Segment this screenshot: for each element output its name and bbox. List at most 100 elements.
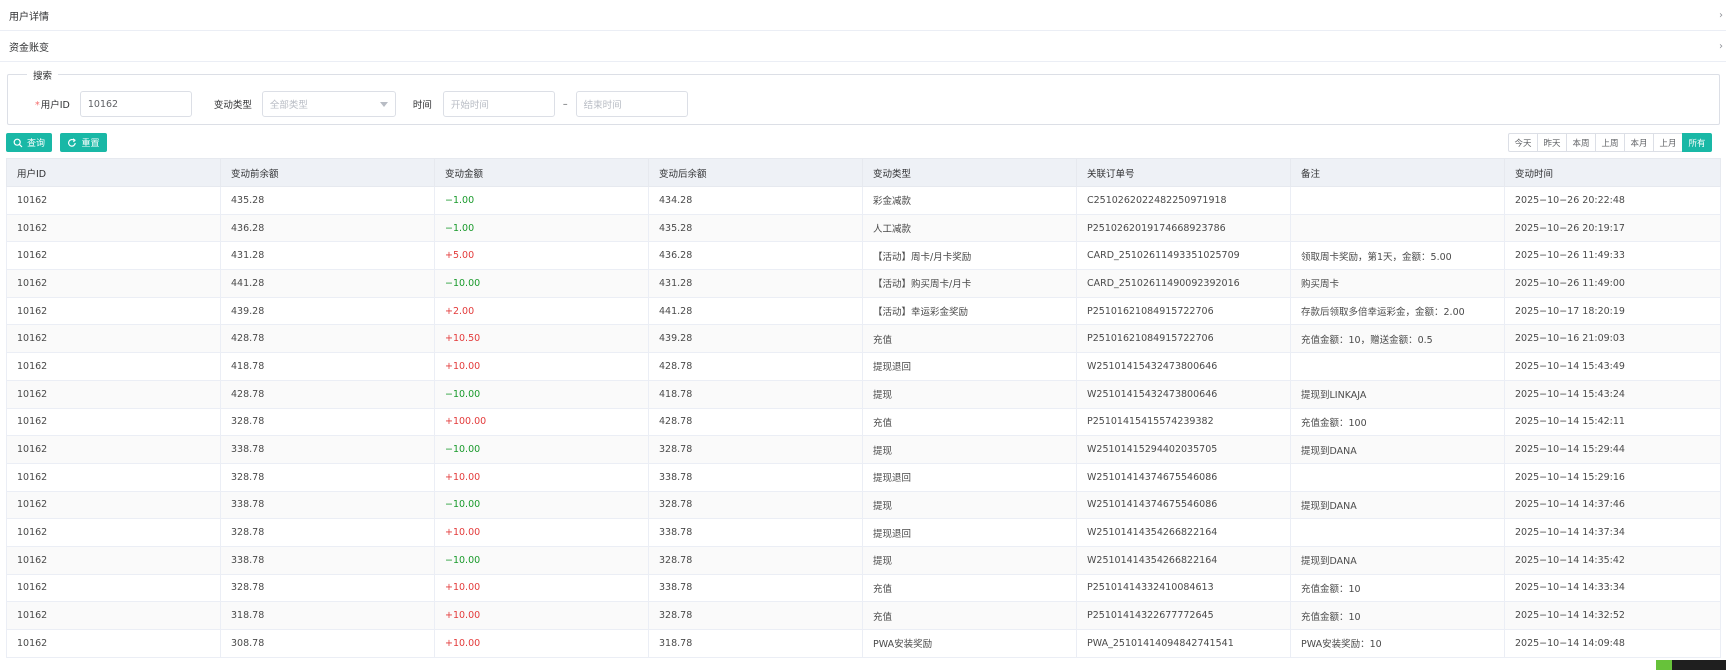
table-cell: 充值 [862,601,1077,630]
column-header: 备注 [1290,158,1505,187]
table-cell: 10162 [6,573,221,603]
table-row[interactable]: 10162 308.78 +10.00 318.78 PWA安装奖励 PWA_251014… [6,629,1721,658]
query-button[interactable]: 查询 [6,133,52,152]
range-today-button[interactable]: 今天 [1508,133,1538,152]
table-cell: 10162 [6,601,221,630]
table-cell: −10.00 [434,435,649,464]
table-cell: 10162 [6,435,221,464]
table-cell: 2025−10−14 14:37:34 [1504,518,1721,547]
table-cell [1290,462,1505,492]
table-cell: 328.78 [220,573,435,603]
column-header: 变动前余额 [220,158,435,187]
table-cell: 2025−10−14 14:09:48 [1504,629,1721,658]
table-cell: 441.28 [648,296,863,326]
range-this-month-button[interactable]: 本月 [1624,133,1654,152]
table-row[interactable]: 10162 441.28 −10.00 431.28 【活动】购买周卡/月卡 CARD_2… [6,269,1721,298]
collapse-fund-changes[interactable]: 资金账变 › [0,31,1726,62]
table-row[interactable]: 10162 328.78 +100.00 428.78 充值 P2510141541557… [6,407,1721,437]
collapse-user-detail[interactable]: 用户详情 › [0,0,1726,31]
table-row[interactable]: 10162 435.28 −1.00 434.28 彩金减款 C2510262022482… [6,186,1721,215]
time-label: 时间 [412,100,432,111]
refresh-icon [68,137,77,147]
change-type-select[interactable]: 全部类型 [261,91,396,117]
table-cell: 充值金额：10，赠送金额：0.5 [1290,324,1505,354]
column-header: 变动金额 [434,158,649,187]
table-cell: 2025−10−14 15:42:11 [1504,407,1721,437]
table-cell: 10162 [6,324,221,354]
table-cell: 435.28 [648,213,863,243]
table-cell: P25101414332410084613 [1076,573,1291,603]
table-cell: 338.78 [648,573,863,603]
table-cell: 338.78 [220,490,435,520]
range-last-month-button[interactable]: 上月 [1653,133,1683,152]
table-row[interactable]: 10162 328.78 +10.00 338.78 充值 P25101414332410… [6,573,1721,603]
table-cell: 441.28 [220,269,435,298]
table-row[interactable]: 10162 431.28 +5.00 436.28 【活动】周卡/月卡奖励 CARD_25… [6,241,1721,271]
table-cell: 428.78 [648,352,863,381]
table-cell: +10.00 [434,462,649,492]
table-cell: 10162 [6,545,221,575]
table-cell: +10.00 [434,573,649,603]
range-last-week-button[interactable]: 上周 [1595,133,1625,152]
table-cell: P251026201917466892378​6 [1076,213,1291,243]
table-cell: 2025−10−14 14:35:42 [1504,545,1721,575]
start-time-input[interactable]: 开始时间 [442,91,555,117]
table-row[interactable]: 10162 338.78 −10.00 328.78 提现 W25101414354266… [6,545,1721,575]
table-cell: 10162 [6,213,221,243]
table-cell: 2025−10−14 14:37:46 [1504,490,1721,520]
table-cell: CARD_25102611490092392016 [1076,269,1291,298]
table-cell: 10162 [6,629,221,658]
range-yesterday-button[interactable]: 昨天 [1537,133,1567,152]
table-row[interactable]: 10162 338.78 −10.00 328.78 提现 W25101415294402… [6,435,1721,464]
table-cell: 存款后领取多倍幸运彩金，金额：2.00 [1290,296,1505,326]
column-header: 变动类型 [862,158,1077,187]
user-id-input[interactable]: 10162 [79,91,192,117]
table-row[interactable]: 10162 436.28 −1.00 435.28 人工减款 P2510262019174… [6,213,1721,243]
table-cell: 提现 [862,379,1077,409]
table-row[interactable]: 10162 428.78 +10.50 439.28 充值 P25101621084915… [6,324,1721,354]
end-time-input[interactable]: 结束时间 [575,91,688,117]
table-cell: 328.78 [648,545,863,575]
table-cell: 431.28 [220,241,435,271]
range-all-button[interactable]: 所有 [1682,133,1712,152]
table-row[interactable]: 10162 328.78 +10.00 338.78 提现退回 W251014143746… [6,462,1721,492]
column-header: 用户ID [6,158,221,187]
table-cell: −1.00 [434,186,649,215]
table-row[interactable]: 10162 428.78 −10.00 418.78 提现 W25101415432473… [6,379,1721,409]
table-cell: 2025−10−14 15:29:44 [1504,435,1721,464]
table-cell: 328.78 [648,435,863,464]
table-cell: 领取周卡奖励，第1天，金额：5.00 [1290,241,1505,271]
user-id-label: *用户ID [35,100,70,111]
table-cell: 提现到DANA [1290,545,1505,575]
table-cell: 10162 [6,269,221,298]
table-cell: 308.78 [220,629,435,658]
table-row[interactable]: 10162 328.78 +10.00 338.78 提现退回 W251014143542… [6,518,1721,547]
table-row[interactable]: 10162 318.78 +10.00 328.78 充值 P25101414322677… [6,601,1721,630]
table-cell: 充值 [862,407,1077,437]
table-cell: 2025−10−14 14:32:52 [1504,601,1721,630]
table-row[interactable]: 10162 439.28 +2.00 441.28 【活动】幸运彩金奖励 P2510162… [6,296,1721,326]
table-row[interactable]: 10162 338.78 −10.00 328.78 提现 W25101414374675… [6,490,1721,520]
reset-button[interactable]: 重置 [60,133,107,152]
table-cell: 2025−10−26 20:19:17 [1504,213,1721,243]
table-cell: 购买周卡 [1290,269,1505,298]
table-cell: 【活动】幸运彩金奖励 [862,296,1077,326]
table-cell: −10.00 [434,269,649,298]
search-legend: 搜索 [27,68,59,82]
table-cell: 328.78 [648,490,863,520]
table-cell [1290,213,1505,243]
date-range-buttons: 今天 昨天 本周 上周 本月 上月 所有 [1508,133,1712,152]
table-cell: −1.00 [434,213,649,243]
table-header: 用户ID 变动前余额 变动金额 变动后余额 变动类型 关联订单号 备注 变动时间 [6,158,1721,187]
table-cell: 418.78 [220,352,435,381]
table-cell: 10162 [6,490,221,520]
range-this-week-button[interactable]: 本周 [1566,133,1596,152]
table-row[interactable]: 10162 418.78 +10.00 428.78 提现退回 W251014154324… [6,352,1721,381]
table-cell: 人工减款 [862,213,1077,243]
table-cell: W2510141543247380064​6 [1076,352,1291,381]
table-cell: 10162 [6,407,221,437]
table-cell: PWA安装奖励 [862,629,1077,658]
table-cell: C2510262022482250971918 [1076,186,1291,215]
table-cell: P25101414322677772645 [1076,601,1291,630]
table-cell: 328.78 [220,518,435,547]
